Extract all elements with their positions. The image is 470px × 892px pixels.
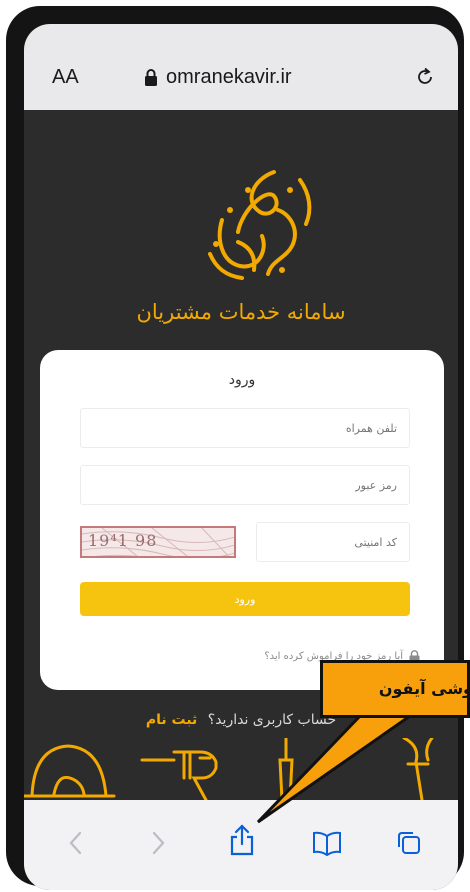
login-title: ورود xyxy=(228,372,256,388)
captcha-text: 19⁴1 98 xyxy=(88,531,158,550)
login-card: ورود تلفن همراه 19⁴1 98 کد امنیتی ورود آ… xyxy=(40,350,444,690)
url-field[interactable]: omranekavir.ir xyxy=(144,62,364,92)
tools-illustration xyxy=(24,738,434,800)
wrench-icon xyxy=(402,738,434,800)
bookmarks-icon[interactable] xyxy=(312,830,342,856)
screwdriver-icon xyxy=(278,738,294,800)
captcha-row: 19⁴1 98 xyxy=(80,522,410,562)
password-input[interactable] xyxy=(81,466,409,504)
login-button[interactable]: ورود xyxy=(80,582,410,616)
safari-address-bar: AA omranekavir.ir xyxy=(24,24,458,110)
signup-link[interactable]: ثبت نام xyxy=(146,712,197,728)
phone-input[interactable] xyxy=(81,409,409,447)
phone-field[interactable] xyxy=(80,408,410,448)
captcha-field[interactable] xyxy=(256,522,410,562)
portal-title: سامانه خدمات مشتریان xyxy=(136,300,346,324)
password-field[interactable] xyxy=(80,465,410,505)
url-text: omranekavir.ir xyxy=(166,65,292,88)
drill-icon xyxy=(140,750,218,800)
share-icon[interactable] xyxy=(228,824,256,856)
captcha-input[interactable] xyxy=(257,523,409,561)
forward-icon[interactable] xyxy=(144,830,170,856)
captcha-image[interactable]: 19⁴1 98 xyxy=(80,526,236,558)
safari-toolbar xyxy=(24,800,458,890)
omran-kavir-logo xyxy=(208,170,312,280)
tabs-icon[interactable] xyxy=(396,830,422,856)
callout-text: وشی آیفون xyxy=(378,679,470,698)
phone-screen: AA omranekavir.ir سامانه خدمات مشتریان و… xyxy=(24,24,458,890)
reload-icon[interactable] xyxy=(414,66,436,88)
text-size-button[interactable]: AA xyxy=(52,66,79,89)
lock-icon xyxy=(145,69,157,86)
phone-frame: AA omranekavir.ir سامانه خدمات مشتریان و… xyxy=(6,6,464,890)
back-icon[interactable] xyxy=(64,830,90,856)
callout-box: وشی آیفون xyxy=(320,660,470,718)
signup-question: حساب کاربری ندارید؟ xyxy=(207,712,337,728)
hard-hat-icon xyxy=(24,744,116,798)
